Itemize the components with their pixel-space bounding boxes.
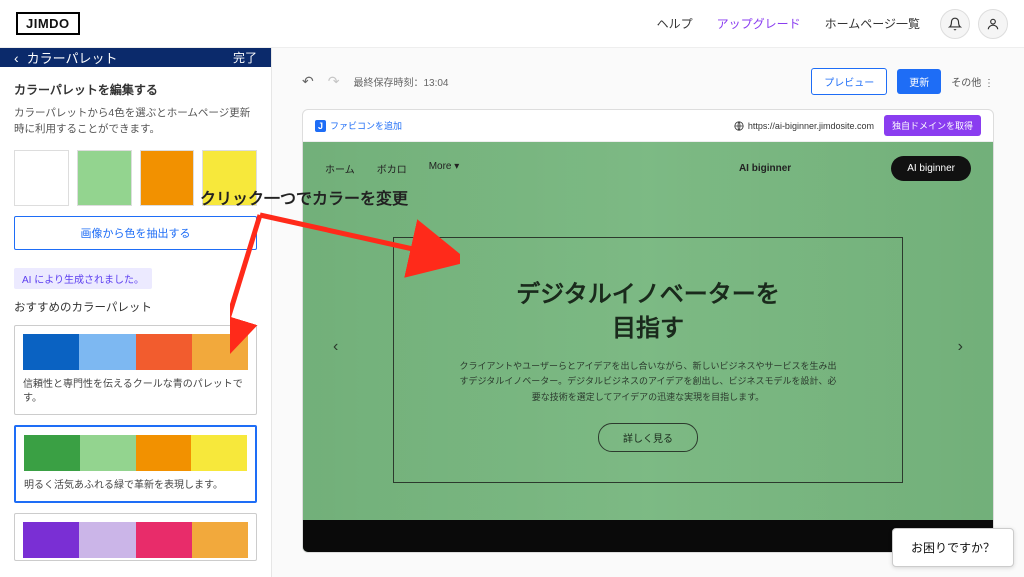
hero-desc: クライアントやユーザーらとアイデアを出し合いながら、新しいビジネスやサービスを生…: [458, 359, 838, 405]
site-nav: ホーム ボカロ More ▾ AI biginner AI biginner: [303, 156, 993, 181]
site-preview: J ファビコンを追加 https://ai-biginner.jimdosite…: [302, 109, 994, 553]
save-time: 最終保存時刻：13:04: [353, 74, 448, 89]
nav-pages[interactable]: ホームページ一覧: [825, 15, 920, 32]
nav-item-more[interactable]: More ▾: [429, 161, 460, 176]
back-icon[interactable]: ‹: [14, 50, 19, 66]
next-section: [303, 520, 993, 552]
hero-title: デジタルイノベーターを目指す: [424, 278, 872, 345]
rec-title: おすすめのカラーパレット: [14, 299, 257, 315]
swatch-1[interactable]: [14, 150, 69, 206]
palette-card-3[interactable]: [14, 513, 257, 561]
undo-icon[interactable]: ↶: [302, 73, 314, 90]
edit-desc: カラーパレットから4色を選ぶとホームページ更新時に利用することができます。: [14, 106, 257, 138]
topbar: JIMDO ヘルプ アップグレード ホームページ一覧: [0, 0, 1024, 48]
preview-button[interactable]: プレビュー: [811, 68, 887, 95]
logo[interactable]: JIMDO: [16, 12, 80, 35]
nav-help[interactable]: ヘルプ: [657, 15, 693, 32]
palette-desc: 明るく活気あふれる緑で革新を表現します。: [24, 479, 247, 493]
nav-item[interactable]: ホーム: [325, 161, 355, 176]
swatch-4[interactable]: [202, 150, 257, 206]
done-button[interactable]: 完了: [233, 49, 257, 66]
palette-card-1[interactable]: 信頼性と専門性を伝えるクールな青のパレットです。: [14, 325, 257, 415]
more-button[interactable]: その他 ⋮: [951, 74, 994, 89]
sidebar: ‹ カラーパレット 完了 カラーパレットを編集する カラーパレットから4色を選ぶ…: [0, 48, 272, 577]
canvas: ↶ ↷ 最終保存時刻：13:04 プレビュー 更新 その他 ⋮ J ファビコンを…: [272, 48, 1024, 577]
chevron-left-icon[interactable]: ‹: [333, 338, 338, 356]
hero-pill-button[interactable]: AI biginner: [891, 156, 971, 181]
add-favicon-button[interactable]: J ファビコンを追加: [315, 119, 402, 132]
nav-upgrade[interactable]: アップグレード: [717, 15, 801, 32]
swatch-3[interactable]: [140, 150, 195, 206]
get-domain-button[interactable]: 独自ドメインを取得: [884, 115, 981, 136]
ai-badge: AI により生成されました。: [14, 268, 152, 289]
edit-heading: カラーパレットを編集する: [14, 81, 257, 98]
editor-toolbar: ↶ ↷ 最終保存時刻：13:04 プレビュー 更新 その他 ⋮: [302, 68, 994, 95]
sidebar-title: カラーパレット: [27, 48, 118, 67]
site-brand: AI biginner: [739, 163, 791, 174]
site-url: https://ai-biginner.jimdosite.com: [734, 121, 874, 131]
chevron-right-icon[interactable]: ›: [958, 338, 963, 356]
hero-cta-button[interactable]: 詳しく見る: [598, 423, 698, 452]
bell-icon[interactable]: [940, 9, 970, 39]
current-palette: [14, 150, 257, 206]
hero-section: ホーム ボカロ More ▾ AI biginner AI biginner ‹…: [303, 142, 993, 552]
redo-icon[interactable]: ↷: [328, 73, 340, 90]
hero-content: デジタルイノベーターを目指す クライアントやユーザーらとアイデアを出し合いながら…: [393, 237, 903, 483]
site-topbar: J ファビコンを追加 https://ai-biginner.jimdosite…: [303, 110, 993, 142]
extract-color-button[interactable]: 画像から色を抽出する: [14, 216, 257, 250]
help-widget[interactable]: お困りですか？: [892, 528, 1014, 567]
sidebar-header: ‹ カラーパレット 完了: [0, 48, 271, 67]
palette-card-2[interactable]: 明るく活気あふれる緑で革新を表現します。: [14, 425, 257, 503]
palette-desc: 信頼性と専門性を伝えるクールな青のパレットです。: [23, 378, 248, 406]
swatch-2[interactable]: [77, 150, 132, 206]
user-icon[interactable]: [978, 9, 1008, 39]
update-button[interactable]: 更新: [897, 69, 941, 94]
nav-item[interactable]: ボカロ: [377, 161, 407, 176]
